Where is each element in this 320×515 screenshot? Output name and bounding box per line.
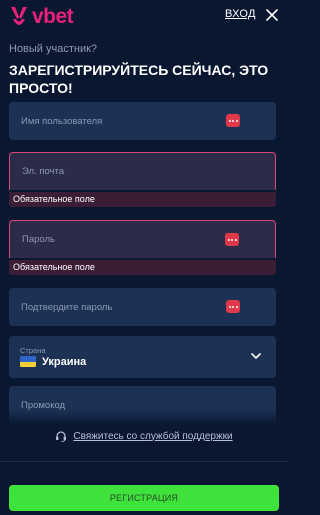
confirm-password-placeholder: Подтвердите пароль — [21, 301, 113, 313]
divider — [0, 461, 288, 462]
subtitle: Новый участник? — [9, 43, 98, 55]
email-error: Обязательное поле — [9, 192, 276, 207]
password-error: Обязательное поле — [9, 260, 276, 275]
username-placeholder: Имя пользователя — [21, 115, 103, 127]
close-icon[interactable] — [264, 7, 280, 23]
login-link[interactable]: ВХОД — [225, 8, 256, 20]
password-placeholder: Пароль — [22, 234, 55, 245]
logo[interactable]: vbet — [8, 5, 74, 29]
password-field[interactable]: Пароль — [9, 220, 276, 258]
chevron-down-icon[interactable] — [250, 351, 262, 361]
register-button[interactable]: РЕГИСТРАЦИЯ — [9, 485, 279, 511]
support-label: Свяжитесь со службой поддержки — [73, 430, 233, 442]
dots-icon[interactable] — [225, 233, 239, 246]
scroll-fade — [0, 410, 288, 424]
ukraine-flag-icon — [20, 356, 36, 367]
username-field[interactable]: Имя пользователя — [9, 102, 276, 140]
headset-icon — [56, 431, 67, 442]
dots-icon[interactable] — [226, 114, 240, 127]
brand-name: vbet — [32, 5, 74, 28]
country-value: Украина — [42, 356, 87, 368]
email-field[interactable]: Эл. почта — [9, 152, 276, 190]
page-title: ЗАРЕГИСТРИРУЙТЕСЬ СЕЙЧАС, ЭТО ПРОСТО! — [9, 62, 269, 96]
country-label: Страна — [20, 346, 46, 355]
logo-mark-icon — [11, 7, 27, 25]
dots-icon[interactable] — [226, 300, 240, 313]
header: vbet ВХОД — [0, 0, 288, 32]
promo-placeholder: Промокод — [21, 399, 66, 411]
confirm-password-field[interactable]: Подтвердите пароль — [9, 288, 276, 326]
support-link[interactable]: Свяжитесь со службой поддержки — [0, 430, 288, 445]
country-select[interactable]: Страна Украина — [9, 336, 276, 378]
email-placeholder: Эл. почта — [22, 166, 65, 177]
promo-wrapper: Промокод — [0, 386, 288, 424]
